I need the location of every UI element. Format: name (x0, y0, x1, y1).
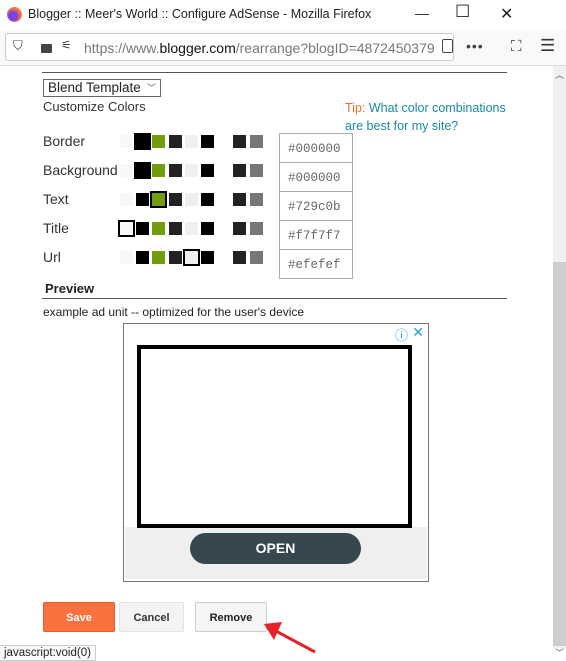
color-swatch[interactable] (118, 220, 135, 237)
ad-close-icon[interactable]: ✕ (412, 324, 424, 341)
color-swatch[interactable] (201, 193, 214, 206)
lock-icon[interactable] (41, 44, 52, 53)
color-swatch[interactable] (201, 135, 214, 148)
color-swatch[interactable] (134, 162, 152, 179)
color-swatch[interactable] (217, 135, 231, 148)
ad-preview: ⓘ ✕ OPEN (123, 323, 429, 582)
color-swatch[interactable] (136, 193, 150, 206)
color-swatch[interactable] (249, 251, 263, 264)
color-swatch[interactable] (168, 222, 182, 235)
tip-link[interactable]: What color combinations are best for my … (345, 101, 506, 133)
color-swatch[interactable] (152, 135, 166, 148)
color-swatch[interactable] (150, 191, 168, 208)
ad-info-icon[interactable]: ⓘ (395, 325, 408, 344)
color-swatch[interactable] (217, 193, 231, 206)
color-row-label: Background (43, 162, 118, 178)
url-text[interactable]: https://www.blogger.com/rearrange?blogID… (84, 40, 439, 56)
color-swatch[interactable] (120, 193, 133, 206)
color-swatch[interactable] (182, 249, 200, 266)
color-swatch[interactable] (168, 193, 182, 206)
cancel-button[interactable]: Cancel (119, 602, 184, 632)
tip: Tip: What color combinations are best fo… (345, 101, 506, 133)
chevron-down-icon: ﹀ (146, 83, 156, 93)
scrollbar-thumb[interactable] (553, 262, 566, 646)
preview-divider (42, 298, 507, 299)
section-divider (42, 72, 507, 73)
color-swatch[interactable] (120, 135, 133, 148)
color-swatch[interactable] (152, 164, 166, 177)
color-swatch[interactable] (249, 222, 263, 235)
color-swatch[interactable] (233, 251, 247, 264)
color-swatch[interactable] (249, 135, 263, 148)
color-hex-input[interactable]: #000000 (279, 133, 353, 163)
color-swatch[interactable] (120, 251, 133, 264)
scroll-up-icon[interactable]: ︿ (555, 68, 564, 81)
color-swatch[interactable] (217, 222, 231, 235)
reader-view-icon[interactable] (442, 39, 453, 53)
annotation-arrow-icon (264, 622, 316, 654)
nav-bar: ⛉ ⚟ https://www.blogger.com/rearrange?bl… (0, 30, 566, 66)
status-bar: javascript:void(0) (0, 645, 96, 661)
menu-icon[interactable]: ☰ (540, 36, 555, 56)
color-swatch[interactable] (233, 135, 247, 148)
scrollbar[interactable]: ︿ ﹀ (553, 66, 566, 658)
scroll-down-icon[interactable]: ﹀ (555, 646, 564, 659)
maximize-button[interactable]: ☐ (455, 2, 470, 22)
color-swatch[interactable] (120, 164, 133, 177)
color-swatch[interactable] (201, 251, 214, 264)
color-swatch[interactable] (134, 133, 152, 150)
preview-heading: Preview (45, 281, 95, 296)
color-swatch[interactable] (168, 135, 182, 148)
color-swatch[interactable] (184, 135, 198, 148)
color-swatch[interactable] (233, 164, 247, 177)
color-hex-input[interactable]: #efefef (279, 249, 353, 279)
more-actions-icon[interactable]: ••• (466, 38, 484, 54)
color-swatch[interactable] (168, 251, 182, 264)
minimize-button[interactable]: — (415, 5, 429, 21)
color-swatch[interactable] (201, 164, 214, 177)
color-swatch[interactable] (217, 251, 231, 264)
url-bar[interactable]: ⛉ ⚟ https://www.blogger.com/rearrange?bl… (5, 33, 454, 61)
firefox-logo-icon (7, 7, 22, 22)
color-row-label: Title (43, 220, 69, 236)
color-swatch[interactable] (152, 251, 166, 264)
ad-frame (137, 345, 412, 528)
color-swatch[interactable] (249, 193, 263, 206)
ad-open-button[interactable]: OPEN (190, 533, 361, 564)
color-swatch[interactable] (249, 164, 263, 177)
color-swatch[interactable] (168, 164, 182, 177)
shield-icon[interactable]: ⛉ (13, 38, 23, 54)
customize-colors-label: Customize Colors (43, 99, 146, 114)
color-hex-input[interactable]: #f7f7f7 (279, 220, 353, 250)
color-swatch[interactable] (136, 251, 150, 264)
color-swatch[interactable] (184, 193, 198, 206)
template-select[interactable]: Blend Template ﹀ (43, 79, 161, 97)
extensions-icon[interactable]: ⛶ (511, 38, 522, 55)
color-hex-input[interactable]: #729c0b (279, 191, 353, 221)
color-swatch[interactable] (201, 222, 214, 235)
preview-caption: example ad unit -- optimized for the use… (43, 305, 305, 319)
close-window-button[interactable]: ✕ (500, 4, 513, 24)
color-swatch[interactable] (152, 222, 166, 235)
color-swatch[interactable] (233, 193, 247, 206)
color-swatch[interactable] (233, 222, 247, 235)
permissions-icon[interactable]: ⚟ (61, 38, 72, 52)
save-button[interactable]: Save (43, 602, 115, 632)
color-swatch[interactable] (136, 222, 150, 235)
window-title: Blogger :: Meer's World :: Configure AdS… (28, 7, 372, 21)
color-swatch[interactable] (217, 164, 231, 177)
color-hex-input[interactable]: #000000 (279, 162, 353, 192)
color-swatch[interactable] (184, 164, 198, 177)
color-swatch[interactable] (184, 222, 198, 235)
title-bar: Blogger :: Meer's World :: Configure AdS… (0, 0, 566, 30)
color-row-label: Border (43, 133, 86, 149)
color-row-label: Text (43, 191, 69, 207)
color-row-label: Url (43, 249, 61, 265)
